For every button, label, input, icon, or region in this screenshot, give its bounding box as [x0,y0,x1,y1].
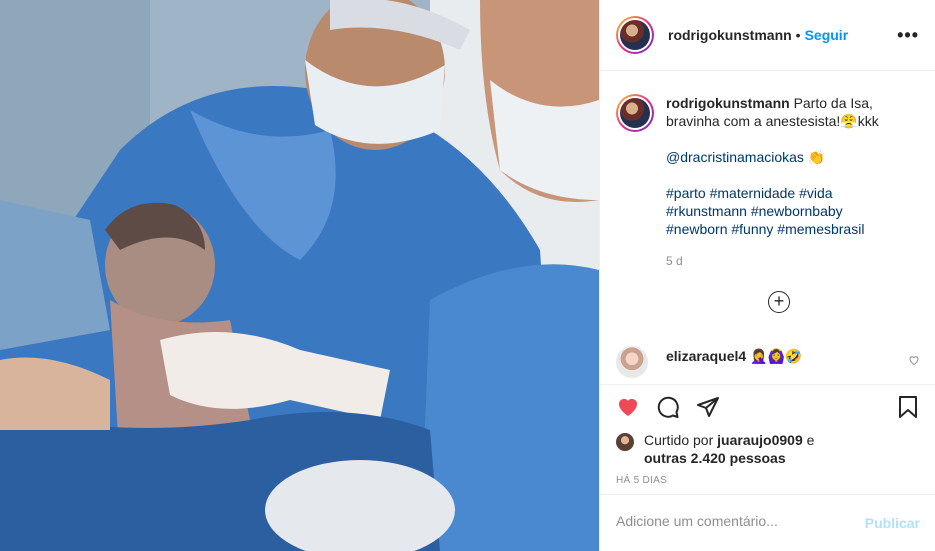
comment-avatar[interactable] [616,346,648,378]
newborn-baby-photo [0,0,599,551]
avatar-image [620,20,650,50]
liker-avatar[interactable] [616,433,634,451]
bookmark-icon[interactable] [896,395,920,424]
caption-avatar[interactable] [616,94,654,132]
avatar-image [620,98,650,128]
publish-button[interactable]: Publicar [865,515,920,531]
likes-and: e [802,432,815,448]
avatar[interactable] [616,16,654,54]
post-header: rodrigokunstmann • Seguir ••• [600,0,935,71]
caption-age[interactable]: 5 d [666,254,683,268]
hashtags-line[interactable]: #rkunstmann #newbornbaby [666,202,916,220]
hashtags-line[interactable]: #newborn #funny #memesbrasil [666,220,916,238]
load-more-comments-icon[interactable]: + [768,291,790,313]
comment-input[interactable] [616,513,846,529]
caption-username[interactable]: rodrigokunstmann [666,95,790,111]
likes-prefix: Curtido por [644,432,718,448]
post-username[interactable]: rodrigokunstmann [668,27,792,43]
comment-icon[interactable] [656,395,680,424]
caption-mention[interactable]: @dracristinamaciokas [666,149,804,165]
comment-username[interactable]: elizaraquel4 [666,348,746,364]
post-photo[interactable] [0,0,599,551]
comment-text: elizaraquel4 🤦‍♀️🙆‍♀️🤣 [666,348,802,365]
likes-others[interactable]: outras 2.420 pessoas [644,450,786,466]
separator-dot: • [795,27,801,43]
caption-text: rodrigokunstmann Parto da Isa, bravinha … [666,94,916,238]
likes-summary: Curtido por juaraujo0909 e outras 2.420 … [616,431,916,467]
comment-body: 🤦‍♀️🙆‍♀️🤣 [750,348,803,364]
hashtags-line[interactable]: #parto #maternidade #vida [666,184,916,202]
comment-like-icon[interactable] [908,354,920,369]
comment-row: elizaraquel4 🤦‍♀️🙆‍♀️🤣 [616,346,920,378]
add-comment-bar: Publicar [600,494,935,551]
more-options-icon[interactable]: ••• [897,25,919,46]
clap-emoji: 👏 [807,149,826,165]
liker-username[interactable]: juaraujo0909 [717,432,803,448]
follow-button[interactable]: Seguir [805,27,849,43]
action-bar: Curtido por juaraujo0909 e outras 2.420 … [600,384,935,495]
share-icon[interactable] [696,395,720,424]
like-icon[interactable] [616,395,640,424]
post-side-panel: rodrigokunstmann • Seguir ••• rodrigokun… [599,0,935,551]
post-timestamp[interactable]: HÁ 5 DIAS [616,475,667,486]
